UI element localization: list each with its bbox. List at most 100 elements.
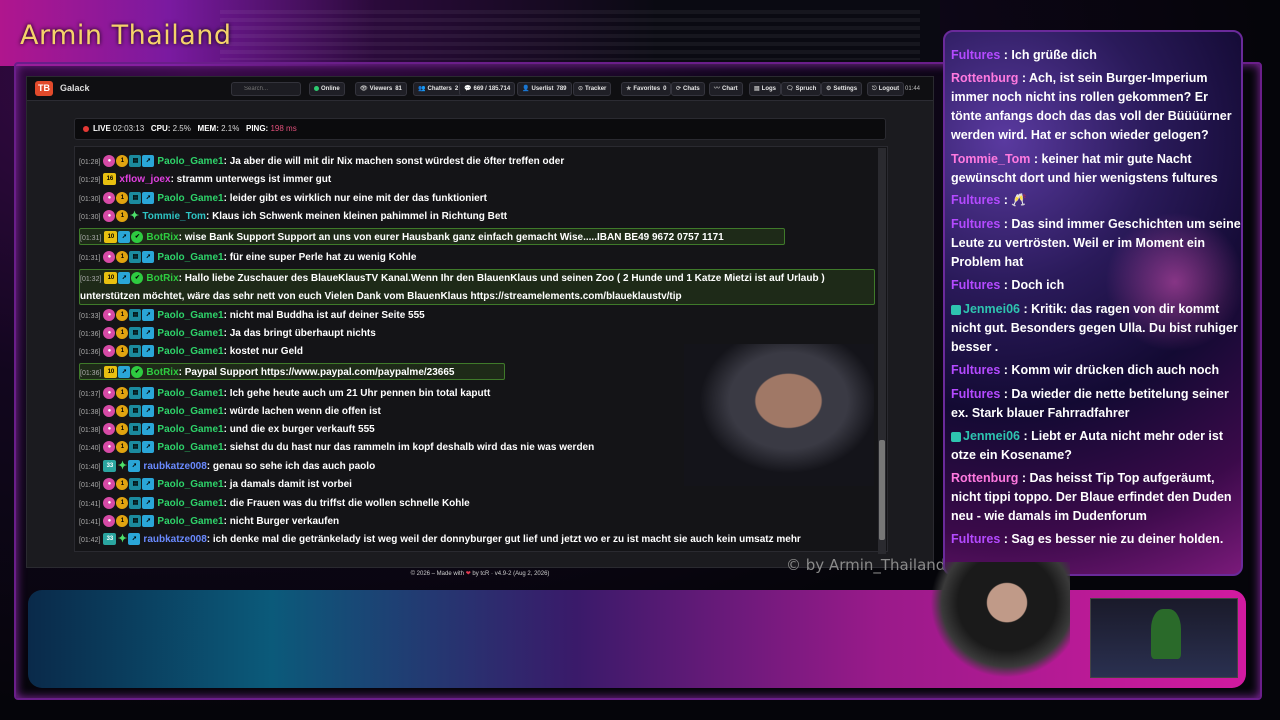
toolbar-button-logs[interactable]: ▤ Logs [749,82,782,96]
overlay-chat-username: Jenmei06 [963,302,1020,316]
coin-badge-icon: 1 [116,327,129,340]
arrow-badge-icon: ➚ [142,497,155,510]
arrow-badge-icon: ➚ [142,423,155,436]
chat-message: [01:38] ● 1 ▤ ➚ Paolo_Game1: würde lachen wen… [79,403,381,420]
chat-message: [01:41] ● 1 ▤ ➚ Paolo_Game1: nicht Burger ver… [79,513,339,530]
footer-text-after: by tcR · v4.9-2 (Aug 2, 2026) [472,571,550,577]
coin-badge-icon: 1 [116,309,129,322]
toolbar-button-online[interactable]: Online [309,82,345,96]
chat-message: [01:40] 33 ✦ ➚ raubkatze008: genau so sehe i… [79,458,375,475]
emote-badge-icon: ● [103,441,116,454]
username-separator: : [1000,193,1012,207]
message-username[interactable]: BotRix [146,367,178,378]
arrow-badge-icon: ➚ [142,478,155,491]
message-username[interactable]: raubkatze008 [143,534,206,545]
emote-badge-icon: ● [103,210,116,223]
toolbar-button-logout[interactable]: ⎋ Logout [867,82,905,96]
username-separator: : [1030,152,1042,166]
arrow-badge-icon: ➚ [128,460,141,473]
toolbar-button-669-185-714[interactable]: 💬 669 / 185.714 [459,82,516,96]
message-username[interactable]: xflow_joex [119,174,170,185]
toolbar-button-label: Logs [761,86,777,92]
message-text: leider gibt es wirklich nur eine mit der… [229,193,487,204]
message-username[interactable]: Paolo_Game1 [157,442,223,453]
message-timestamp: [01:40] [79,482,101,489]
toolbar-button-chatters[interactable]: 👥 Chatters 2 [413,82,464,96]
search-input[interactable] [231,82,301,96]
sub-badge-icon: ▤ [129,515,142,528]
message-username[interactable]: Paolo_Game1 [157,252,223,263]
toolbar-icon: 🗨 [786,86,794,92]
message-timestamp: [01:30] [79,214,101,221]
message-timestamp: [01:30] [79,196,101,203]
toolbar-icon: ⟳ [676,86,682,92]
message-text: für eine super Perle hat zu wenig Kohle [229,252,417,263]
overlay-chat-username: Jenmei06 [963,429,1020,443]
message-username[interactable]: BotRix [146,273,178,284]
message-username[interactable]: Paolo_Game1 [157,346,223,357]
mem-value: 2.1% [221,124,240,133]
message-username[interactable]: Paolo_Game1 [157,193,223,204]
toolbar-button-favorites[interactable]: ★ Favorites 0 [621,82,672,96]
coin-badge-icon: 1 [116,497,129,510]
coin-badge-icon: 1 [116,251,129,264]
arrow-badge-icon: ➚ [142,192,155,205]
chat-scroll-thumb[interactable] [879,440,885,540]
toolbar-icon: ⎋ [872,86,877,92]
overlay-chat-text: Doch ich [1011,278,1065,292]
status-bar: LIVE 02:03:13 CPU: 2.5% MEM: 2.1% PING: … [74,118,886,140]
message-username[interactable]: BotRix [146,232,178,243]
toolbar-button-settings[interactable]: ⚙ Settings [821,82,863,96]
message-text: Klaus ich Schwenk meinen kleinen pahimme… [212,211,508,222]
emote-badge-icon: ● [103,327,116,340]
arrow-badge-icon: ➚ [142,309,155,322]
chat-message: [01:36] ● 1 ▤ ➚ Paolo_Game1: Ja das bringt üb… [79,325,376,342]
message-username[interactable]: Paolo_Game1 [157,406,223,417]
overlay-chat-username: Fultures [951,217,1001,231]
message-text: die Frauen was du triffst die wollen sch… [229,498,470,509]
message-username[interactable]: raubkatze008 [143,461,206,472]
level-badge-icon: 33 [103,533,117,546]
toolbar-icon: 💬 [464,86,472,92]
message-username[interactable]: Paolo_Game1 [157,424,223,435]
overlay-chat-username: Fultures [951,387,1001,401]
toolbar-button-tracker[interactable]: ⊙ Tracker [573,82,612,96]
message-username[interactable]: Paolo_Game1 [157,310,223,321]
app-logo: TB [35,81,53,96]
overlay-chat-message: Jenmei06 : Kritik: das ragen von dir kom… [951,300,1241,357]
emote-badge-icon: ● [103,251,116,264]
overlay-chat-message: Fultures : Doch ich [951,276,1241,295]
message-username[interactable]: Paolo_Game1 [157,388,223,399]
diamond-badge-icon: ✦ [129,210,140,223]
diamond-badge-icon: ✦ [117,533,128,546]
heart-icon: ❤ [465,571,471,577]
message-username[interactable]: Paolo_Game1 [157,156,223,167]
streamer-webcam [684,344,874,486]
sub-badge-icon: ▤ [129,251,142,264]
coin-badge-icon: 1 [116,423,129,436]
sub-badge-icon: ▤ [129,478,142,491]
guest-webcam [930,562,1070,678]
toolbar-icon: ⊙ [578,86,584,92]
overlay-chat-message: Rottenburg : Ach, ist sein Burger-Imperi… [951,69,1241,145]
username-separator: : [1019,429,1032,443]
level-badge-icon: 10 [104,366,118,379]
toolbar-button-viewers[interactable]: 👁 Viewers 81 [355,82,407,96]
message-text: und die ex burger verkauft 555 [229,424,375,435]
toolbar-button-chart[interactable]: 〰 Chart [709,82,743,96]
toolbar-button-userlist[interactable]: 👤 Userlist 789 [517,82,572,96]
message-text: nicht Burger verkaufen [229,516,340,527]
message-username[interactable]: Tommie_Tom [142,211,206,222]
arrow-badge-icon: ➚ [142,405,155,418]
sub-badge-icon [951,304,961,315]
message-username[interactable]: Paolo_Game1 [157,516,223,527]
username-separator: : [1018,471,1030,485]
coin-badge-icon: 1 [116,345,129,358]
message-username[interactable]: Paolo_Game1 [157,498,223,509]
message-username[interactable]: Paolo_Game1 [157,328,223,339]
message-username[interactable]: Paolo_Game1 [157,479,223,490]
toolbar-button-chats[interactable]: ⟳ Chats [671,82,705,96]
arrow-badge-icon: ➚ [142,345,155,358]
toolbar-button-spruch[interactable]: 🗨 Spruch [781,82,822,96]
sub-badge-icon [951,431,961,442]
